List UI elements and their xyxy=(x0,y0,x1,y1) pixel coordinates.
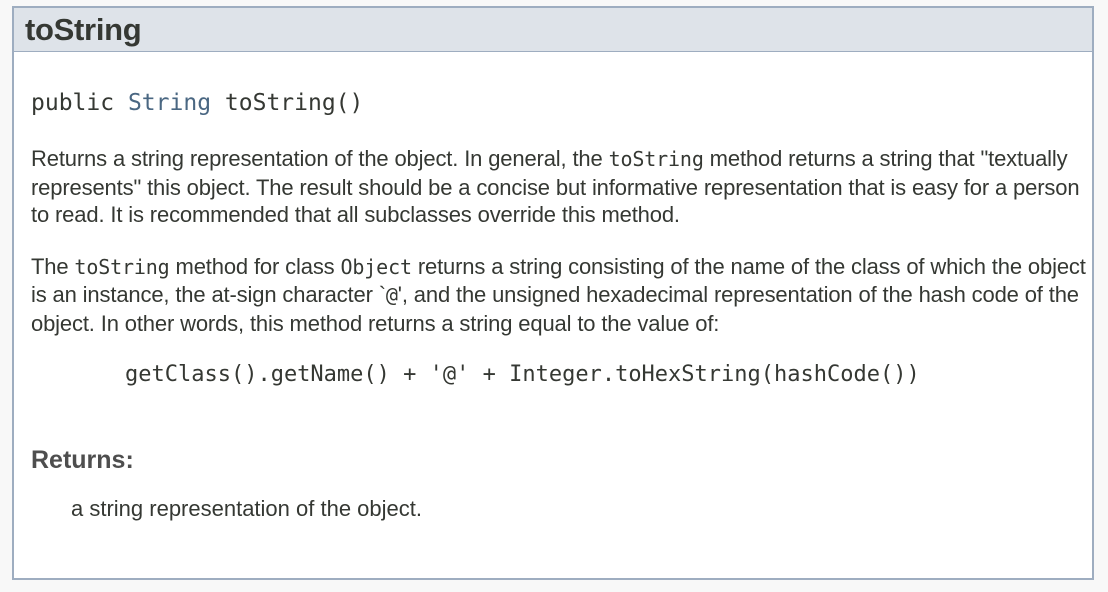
signature-modifier: public xyxy=(31,90,115,116)
return-type-link[interactable]: String xyxy=(128,90,211,116)
javadoc-page: toString public String toString() Return… xyxy=(0,0,1108,592)
desc-text: Returns a string representation of the o… xyxy=(31,146,609,171)
description-paragraph-2: The toString method for class Object ret… xyxy=(31,253,1088,338)
method-title: toString xyxy=(25,11,142,47)
inline-code: toString xyxy=(608,147,704,171)
returns-label: Returns: xyxy=(31,446,134,474)
method-body: public String toString() Returns a strin… xyxy=(14,89,1092,523)
method-description: Returns a string representation of the o… xyxy=(31,145,1088,337)
method-header: toString xyxy=(14,8,1092,52)
signature-name: toString() xyxy=(224,90,364,116)
desc-text: The xyxy=(31,253,75,279)
description-paragraph-1: Returns a string representation of the o… xyxy=(31,145,1088,229)
method-signature: public String toString() xyxy=(31,89,1088,117)
desc-text: method for class xyxy=(169,253,341,279)
method-detail-block: toString public String toString() Return… xyxy=(12,6,1094,580)
inline-code: @ xyxy=(385,283,398,307)
inline-code: toString xyxy=(74,254,170,279)
returns-value: a string representation of the object. xyxy=(71,496,422,521)
inline-code: Object xyxy=(340,254,413,279)
code-example: getClass().getName() + '@' + Integer.toH… xyxy=(125,362,920,387)
